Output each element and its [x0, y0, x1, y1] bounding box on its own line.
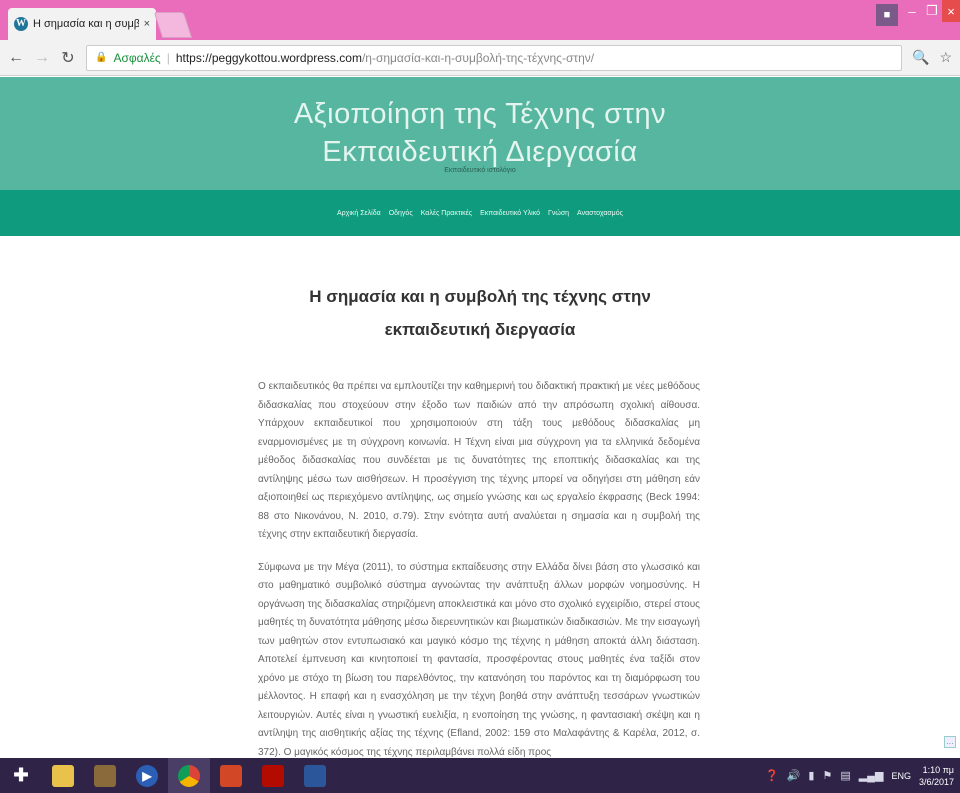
windows-logo-icon: ✚ — [13, 765, 29, 785]
address-separator: | — [166, 50, 170, 65]
app-icon — [94, 764, 116, 787]
taskbar-file-explorer[interactable] — [42, 758, 84, 793]
reload-icon[interactable]: ↻ — [60, 48, 76, 68]
language-indicator[interactable]: ENG — [891, 771, 911, 781]
pdf-icon — [262, 764, 284, 787]
flag-icon[interactable]: ⚑ — [822, 769, 832, 782]
bookmark-star-icon[interactable]: ☆ — [939, 49, 952, 66]
site-header: Αξιοποίηση της Τέχνης στην Εκπαιδευτική … — [0, 77, 960, 190]
site-navigation: Αρχική Σελίδα Οδηγός Καλές Πρακτικές Εκπ… — [0, 190, 960, 236]
browser-titlebar: W Η σημασία και η συμβολ × ■ – ❐ × — [0, 0, 960, 40]
zoom-icon[interactable]: 🔍 — [912, 49, 929, 66]
clock-date: 3/6/2017 — [918, 776, 954, 787]
tab-close-icon[interactable]: × — [144, 18, 150, 30]
network-icon[interactable]: ▤ — [840, 769, 850, 782]
site-title-line1: Αξιοποίηση της Τέχνης στην — [293, 98, 667, 130]
start-button[interactable]: ✚ — [0, 758, 42, 793]
article-title-line2: εκπαιδευτική διεργασία — [384, 320, 576, 339]
folder-icon — [52, 764, 74, 787]
new-tab-button[interactable] — [153, 12, 193, 38]
secure-label: Ασφαλές — [113, 50, 161, 65]
taskbar-media-player[interactable]: ▶ — [126, 758, 168, 793]
chrome-icon — [178, 764, 200, 787]
taskbar-powerpoint[interactable] — [210, 758, 252, 793]
site-title-line2: Εκπαιδευτική Διεργασία — [322, 136, 638, 168]
article-paragraph: Ο εκπαιδευτικός θα πρέπει να εμπλουτίζει… — [258, 381, 700, 540]
help-icon[interactable]: ❓ — [765, 769, 779, 782]
system-tray: ❓ 🔊 ▮ ⚑ ▤ ▂▄▆ ENG 1:10 πμ 3/6/2017 — [765, 764, 960, 788]
maximize-icon[interactable]: ❐ — [922, 0, 942, 22]
scroll-widget-icon[interactable]: … — [944, 736, 956, 748]
taskbar-chrome[interactable] — [168, 758, 210, 793]
nav-item-guide[interactable]: Οδηγός — [389, 210, 413, 217]
taskbar-acrobat[interactable] — [252, 758, 294, 793]
minimize-icon[interactable]: – — [902, 0, 922, 22]
site-title[interactable]: Αξιοποίηση της Τέχνης στην Εκπαιδευτική … — [0, 77, 960, 171]
wordpress-icon: W — [14, 17, 28, 31]
article-body: Ο εκπαιδευτικός θα πρέπει να εμπλουτίζει… — [258, 378, 700, 776]
article-title-line1: Η σημασία και η συμβολή της τέχνης στην — [309, 287, 651, 306]
back-arrow-icon[interactable]: ← — [8, 49, 24, 67]
nav-item-educational-material[interactable]: Εκπαιδευτικό Υλικό — [480, 210, 540, 217]
site-tagline: Εκπαιδευτικό ιστολόγιο — [444, 167, 516, 174]
browser-tab[interactable]: W Η σημασία και η συμβολ × — [8, 8, 156, 40]
nav-item-knowledge[interactable]: Γνώση — [548, 210, 569, 217]
article-title: Η σημασία και η συμβολή της τέχνης στην … — [260, 280, 700, 346]
clock-time: 1:10 πμ — [922, 764, 954, 775]
media-player-icon: ▶ — [136, 764, 158, 787]
signal-icon[interactable]: ▂▄▆ — [859, 769, 884, 782]
word-icon — [304, 764, 326, 787]
taskbar: ✚ ▶ ❓ 🔊 ▮ ⚑ ▤ ▂▄▆ ENG 1:10 πμ 3/6/2017 — [0, 758, 960, 793]
url-path: /η-σημασία-και-η-συμβολή-της-τέχνης-στην… — [361, 50, 595, 65]
article-paragraph: Σύμφωνα με την Μέγα (2011), το σύστημα ε… — [258, 561, 700, 758]
forward-arrow-icon[interactable]: → — [34, 49, 50, 67]
url-host: https://peggykottou.wordpress.com — [175, 50, 362, 65]
address-bar[interactable]: 🔒 Ασφαλές | https://peggykottou.wordpres… — [86, 44, 902, 71]
browser-toolbar: ← → ↻ 🔒 Ασφαλές | https://peggykottou.wo… — [0, 40, 960, 76]
nav-item-good-practices[interactable]: Καλές Πρακτικές — [421, 210, 472, 217]
tab-title: Η σημασία και η συμβολ — [33, 18, 139, 30]
close-window-icon[interactable]: × — [942, 0, 960, 22]
battery-icon[interactable]: ▮ — [808, 769, 814, 782]
taskbar-app-2[interactable] — [84, 758, 126, 793]
taskbar-word[interactable] — [294, 758, 336, 793]
nav-item-reflection[interactable]: Αναστοχασμός — [577, 210, 623, 217]
user-profile-icon[interactable]: ■ — [876, 4, 898, 26]
lock-icon: 🔒 — [95, 52, 108, 63]
speaker-icon[interactable]: 🔊 — [787, 769, 801, 782]
powerpoint-icon — [220, 764, 242, 787]
nav-item-home[interactable]: Αρχική Σελίδα — [337, 210, 381, 217]
clock[interactable]: 1:10 πμ 3/6/2017 — [919, 764, 954, 788]
